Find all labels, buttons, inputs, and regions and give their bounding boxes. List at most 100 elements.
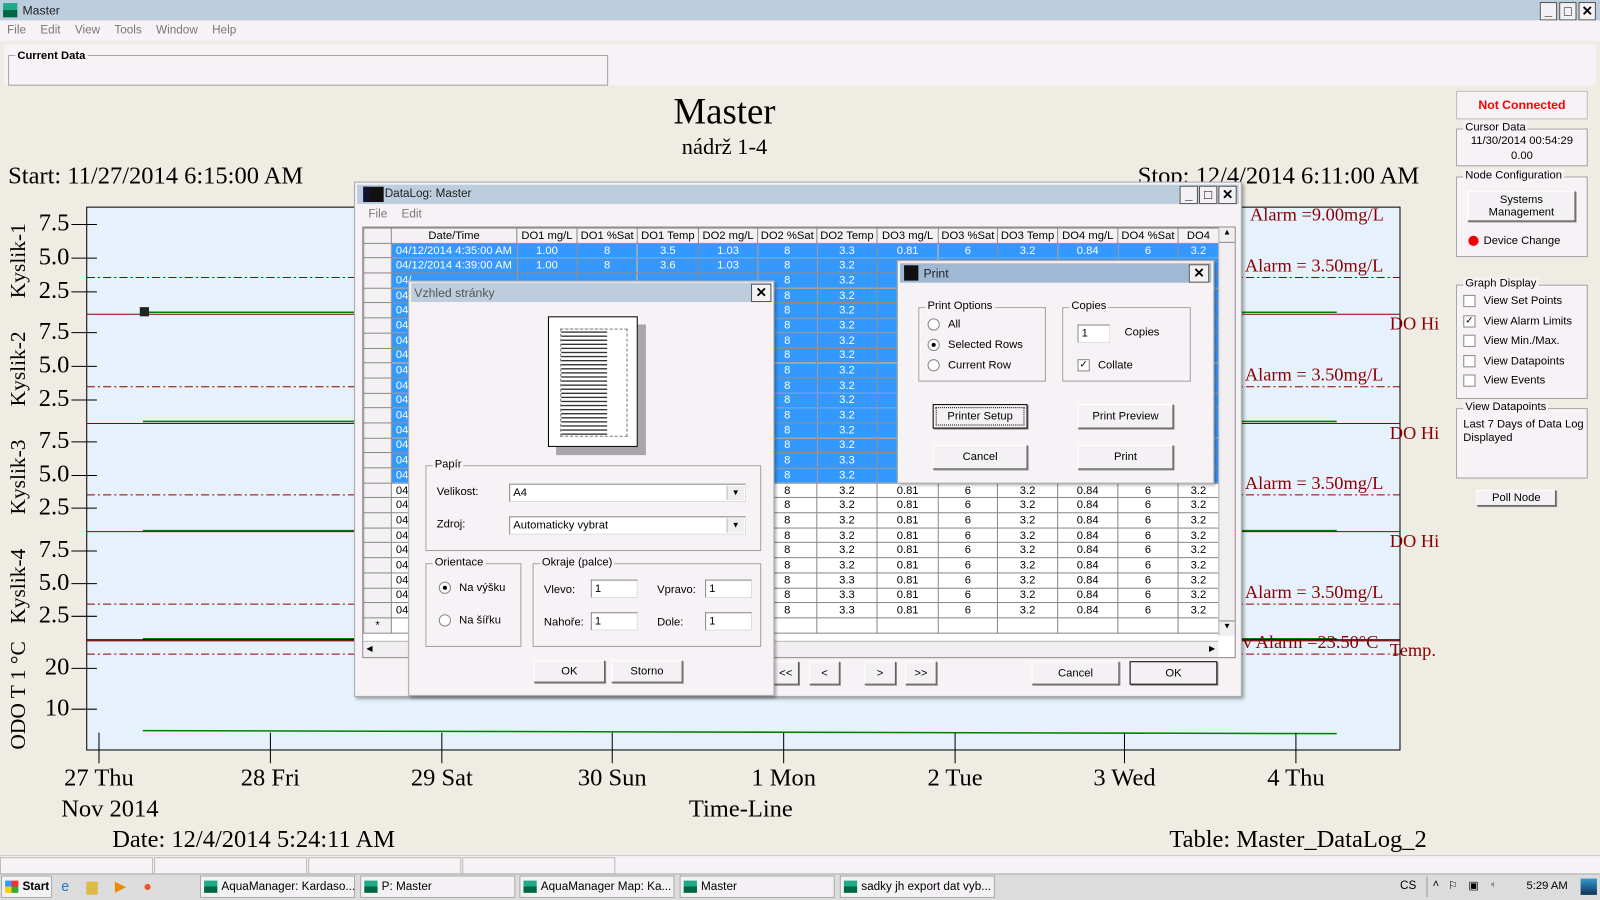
datalog-cancel-button[interactable]: Cancel xyxy=(1031,661,1120,685)
column-header[interactable]: DO1 mg/L xyxy=(516,227,578,244)
row-selector[interactable] xyxy=(363,272,392,289)
row-selector[interactable] xyxy=(363,287,392,304)
table-cell[interactable]: 8 xyxy=(576,242,638,259)
row-selector[interactable] xyxy=(363,572,392,589)
row-selector[interactable] xyxy=(363,347,392,364)
table-cell[interactable]: 3.2 xyxy=(996,572,1059,589)
row-selector[interactable] xyxy=(363,527,392,544)
row-selector[interactable] xyxy=(363,482,392,499)
datalog-close-button[interactable]: ✕ xyxy=(1218,185,1237,205)
language-indicator[interactable]: CS xyxy=(1400,880,1416,892)
show-desktop-icon[interactable] xyxy=(1580,878,1597,895)
top-margin-input[interactable]: 1 xyxy=(590,612,638,631)
graph-display-checkbox[interactable]: View Min./Max. xyxy=(1463,334,1560,348)
table-cell[interactable]: 3.3 xyxy=(816,602,878,619)
table-cell[interactable]: 04/12/2014 4:39:00 AM xyxy=(390,257,518,274)
maximize-button[interactable]: □ xyxy=(1559,2,1577,21)
table-cell[interactable]: 3.3 xyxy=(816,452,878,469)
table-cell[interactable]: 3.2 xyxy=(1177,527,1220,544)
taskbar-item[interactable]: AquaManager Map: Ka... xyxy=(519,875,675,898)
table-cell[interactable]: 6 xyxy=(937,542,998,559)
table-cell[interactable] xyxy=(1177,617,1220,634)
table-cell[interactable]: 3.2 xyxy=(816,302,878,319)
row-selector[interactable] xyxy=(363,497,392,514)
systems-management-button[interactable]: Systems Management xyxy=(1467,190,1576,222)
folder-icon[interactable]: ▆ xyxy=(87,878,98,895)
next-page-button[interactable]: > xyxy=(864,661,896,685)
checkbox-icon[interactable] xyxy=(1463,334,1476,348)
table-cell[interactable]: 3.2 xyxy=(816,272,878,289)
table-cell[interactable]: 1.03 xyxy=(697,242,759,259)
table-cell[interactable]: 3.2 xyxy=(1177,572,1220,589)
taskbar-item[interactable]: P: Master xyxy=(360,875,516,898)
row-selector[interactable] xyxy=(363,332,392,349)
table-cell[interactable]: 3.2 xyxy=(1177,482,1220,499)
paper-source-select[interactable]: Automaticky vybrat ▼ xyxy=(509,516,746,535)
table-cell[interactable]: 0.84 xyxy=(1057,512,1119,529)
table-cell[interactable]: 0.84 xyxy=(1057,497,1119,514)
column-header[interactable]: DO3 %Sat xyxy=(937,227,998,244)
row-selector[interactable] xyxy=(363,452,392,469)
column-header[interactable]: DO4 xyxy=(1177,227,1220,244)
row-selector[interactable] xyxy=(363,362,392,379)
taskbar-item[interactable]: AquaManager: Kardaso... xyxy=(199,875,356,898)
chevron-down-icon[interactable]: ▼ xyxy=(726,518,744,533)
last-page-button[interactable]: >> xyxy=(905,661,937,685)
graph-display-checkbox[interactable]: ✓ View Alarm Limits xyxy=(1463,315,1572,328)
table-cell[interactable]: 3.2 xyxy=(996,512,1059,529)
table-cell[interactable]: 0.84 xyxy=(1057,572,1119,589)
table-cell[interactable]: 6 xyxy=(1117,512,1179,529)
tray-expand-icon[interactable]: ˄ xyxy=(1433,879,1440,891)
print-cancel-button[interactable]: Cancel xyxy=(932,444,1028,470)
table-cell[interactable]: 6 xyxy=(937,512,998,529)
table-cell[interactable]: 3.3 xyxy=(816,572,878,589)
table-cell[interactable]: 3.2 xyxy=(996,527,1059,544)
table-cell[interactable]: 0.81 xyxy=(876,527,939,544)
scroll-left-icon[interactable]: ◀ xyxy=(366,644,372,653)
table-cell[interactable]: 3.2 xyxy=(1177,587,1220,604)
print-all-radio[interactable]: All xyxy=(927,318,960,331)
portrait-radio[interactable]: Na výšku xyxy=(438,582,505,594)
table-cell[interactable]: 0.81 xyxy=(876,512,939,529)
column-header[interactable]: DO1 %Sat xyxy=(576,227,638,244)
datalog-menu-edit[interactable]: Edit xyxy=(402,208,422,220)
ie-icon[interactable]: e xyxy=(61,878,69,895)
row-selector[interactable] xyxy=(363,467,392,484)
table-cell[interactable]: 3.2 xyxy=(996,587,1059,604)
printer-setup-button[interactable]: Printer Setup xyxy=(932,404,1028,429)
media-player-icon[interactable]: ▶ xyxy=(115,878,126,895)
table-cell[interactable]: 6 xyxy=(1117,602,1179,619)
table-cell[interactable]: 3.2 xyxy=(816,257,878,274)
action-center-flag-icon[interactable]: ⚐ xyxy=(1448,879,1458,892)
table-cell[interactable]: 6 xyxy=(1117,482,1179,499)
clock[interactable]: 5:29 AM xyxy=(1527,880,1568,892)
table-cell[interactable]: 3.2 xyxy=(1177,242,1220,259)
table-cell[interactable]: 0.81 xyxy=(876,542,939,559)
column-header[interactable]: DO2 Temp xyxy=(816,227,878,244)
table-cell[interactable]: 0.81 xyxy=(876,482,939,499)
scroll-right-icon[interactable]: ▶ xyxy=(1209,644,1215,653)
table-cell[interactable]: 04/12/2014 4:35:00 AM xyxy=(390,242,518,259)
table-cell[interactable]: 0.84 xyxy=(1057,242,1119,259)
row-selector[interactable] xyxy=(363,437,392,454)
table-cell[interactable]: 6 xyxy=(937,557,998,574)
left-margin-input[interactable]: 1 xyxy=(590,579,638,598)
table-cell[interactable]: 0.81 xyxy=(876,242,939,259)
column-header[interactable]: DO2 %Sat xyxy=(757,227,818,244)
collate-checkbox[interactable]: ✓ Collate xyxy=(1077,359,1133,372)
network-icon[interactable]: ▣ xyxy=(1468,879,1479,892)
paper-size-select[interactable]: A4 ▼ xyxy=(509,483,746,503)
row-selector[interactable] xyxy=(363,602,392,619)
table-cell[interactable]: 0.81 xyxy=(876,557,939,574)
table-cell[interactable]: 3.2 xyxy=(996,497,1059,514)
column-header[interactable]: DO4 mg/L xyxy=(1057,227,1119,244)
table-cell[interactable]: 0.81 xyxy=(876,572,939,589)
checkbox-icon[interactable] xyxy=(1463,374,1476,387)
taskbar-item[interactable]: Master xyxy=(679,875,835,898)
row-selector[interactable] xyxy=(363,422,392,439)
start-button[interactable]: Start xyxy=(1,875,53,898)
print-close-button[interactable]: ✕ xyxy=(1188,264,1210,283)
table-cell[interactable]: 3.2 xyxy=(816,482,878,499)
table-cell[interactable] xyxy=(816,617,878,634)
table-cell[interactable]: 8 xyxy=(757,242,818,259)
